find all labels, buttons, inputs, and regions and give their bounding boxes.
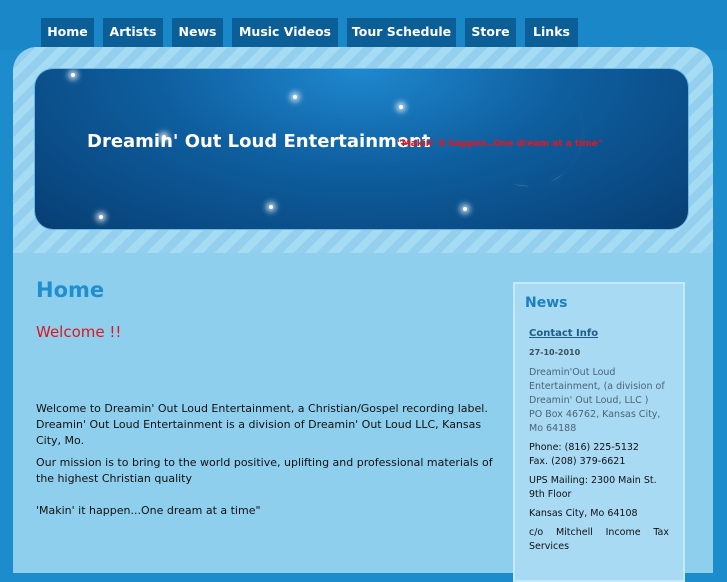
news-line-co: c/o Mitchell Income Tax Services — [529, 527, 669, 552]
mission-paragraph: Our mission is to bring to the world pos… — [36, 456, 493, 485]
star-icon — [463, 207, 467, 211]
news-line-ups: UPS Mailing: 2300 Main St. 9th Floor — [529, 475, 657, 500]
contact-info-link[interactable]: Contact Info — [529, 328, 598, 339]
news-line-pobox: PO Box 46762, Kansas City, Mo 64188 — [529, 409, 661, 434]
page-title: Home — [36, 278, 105, 302]
slogan-paragraph: 'Makin' it happen...One dream at a time" — [36, 504, 261, 517]
intro-paragraph: Welcome to Dreamin' Out Loud Entertainme… — [36, 402, 488, 447]
star-icon — [399, 105, 403, 109]
star-icon — [99, 215, 103, 219]
nav-music-videos[interactable]: Music Videos — [232, 18, 338, 47]
news-body: Dreamin'Out Loud Entertainment, (a divis… — [529, 366, 669, 559]
news-line-city: Kansas City, Mo 64108 — [529, 508, 638, 519]
nav-news[interactable]: News — [172, 18, 223, 47]
main-body: Welcome to Dreamin' Out Loud Entertainme… — [36, 401, 496, 525]
site-slogan: "Makin' it happen..One dream at a time" — [397, 139, 603, 149]
star-icon — [293, 95, 297, 99]
nav-tour-schedule[interactable]: Tour Schedule — [347, 18, 456, 47]
nav-links[interactable]: Links — [525, 18, 578, 47]
star-icon — [71, 73, 75, 77]
nav-store[interactable]: Store — [465, 18, 516, 47]
header-banner: Dreamin' Out Loud Entertainment "Makin' … — [35, 69, 688, 229]
star-icon — [269, 205, 273, 209]
page-wrapper: Dreamin' Out Loud Entertainment "Makin' … — [13, 47, 713, 582]
nav-home[interactable]: Home — [41, 18, 94, 47]
site-title: Dreamin' Out Loud Entertainment — [87, 131, 431, 152]
news-sidebar: News Contact Info 27-10-2010 Dreamin'Out… — [513, 282, 685, 582]
welcome-heading: Welcome !! — [36, 323, 122, 341]
news-date: 27-10-2010 — [529, 348, 581, 357]
news-line-fax: Fax. (208) 379-6621 — [529, 456, 626, 467]
news-line-phone: Phone: (816) 225-5132 — [529, 442, 639, 453]
nav-artists[interactable]: Artists — [103, 18, 163, 47]
sidebar-title: News — [525, 295, 568, 311]
news-line-company: Dreamin'Out Loud Entertainment, (a divis… — [529, 367, 665, 406]
content-area: Home Welcome !! Welcome to Dreamin' Out … — [13, 253, 713, 582]
header-frame: Dreamin' Out Loud Entertainment "Makin' … — [13, 47, 713, 253]
